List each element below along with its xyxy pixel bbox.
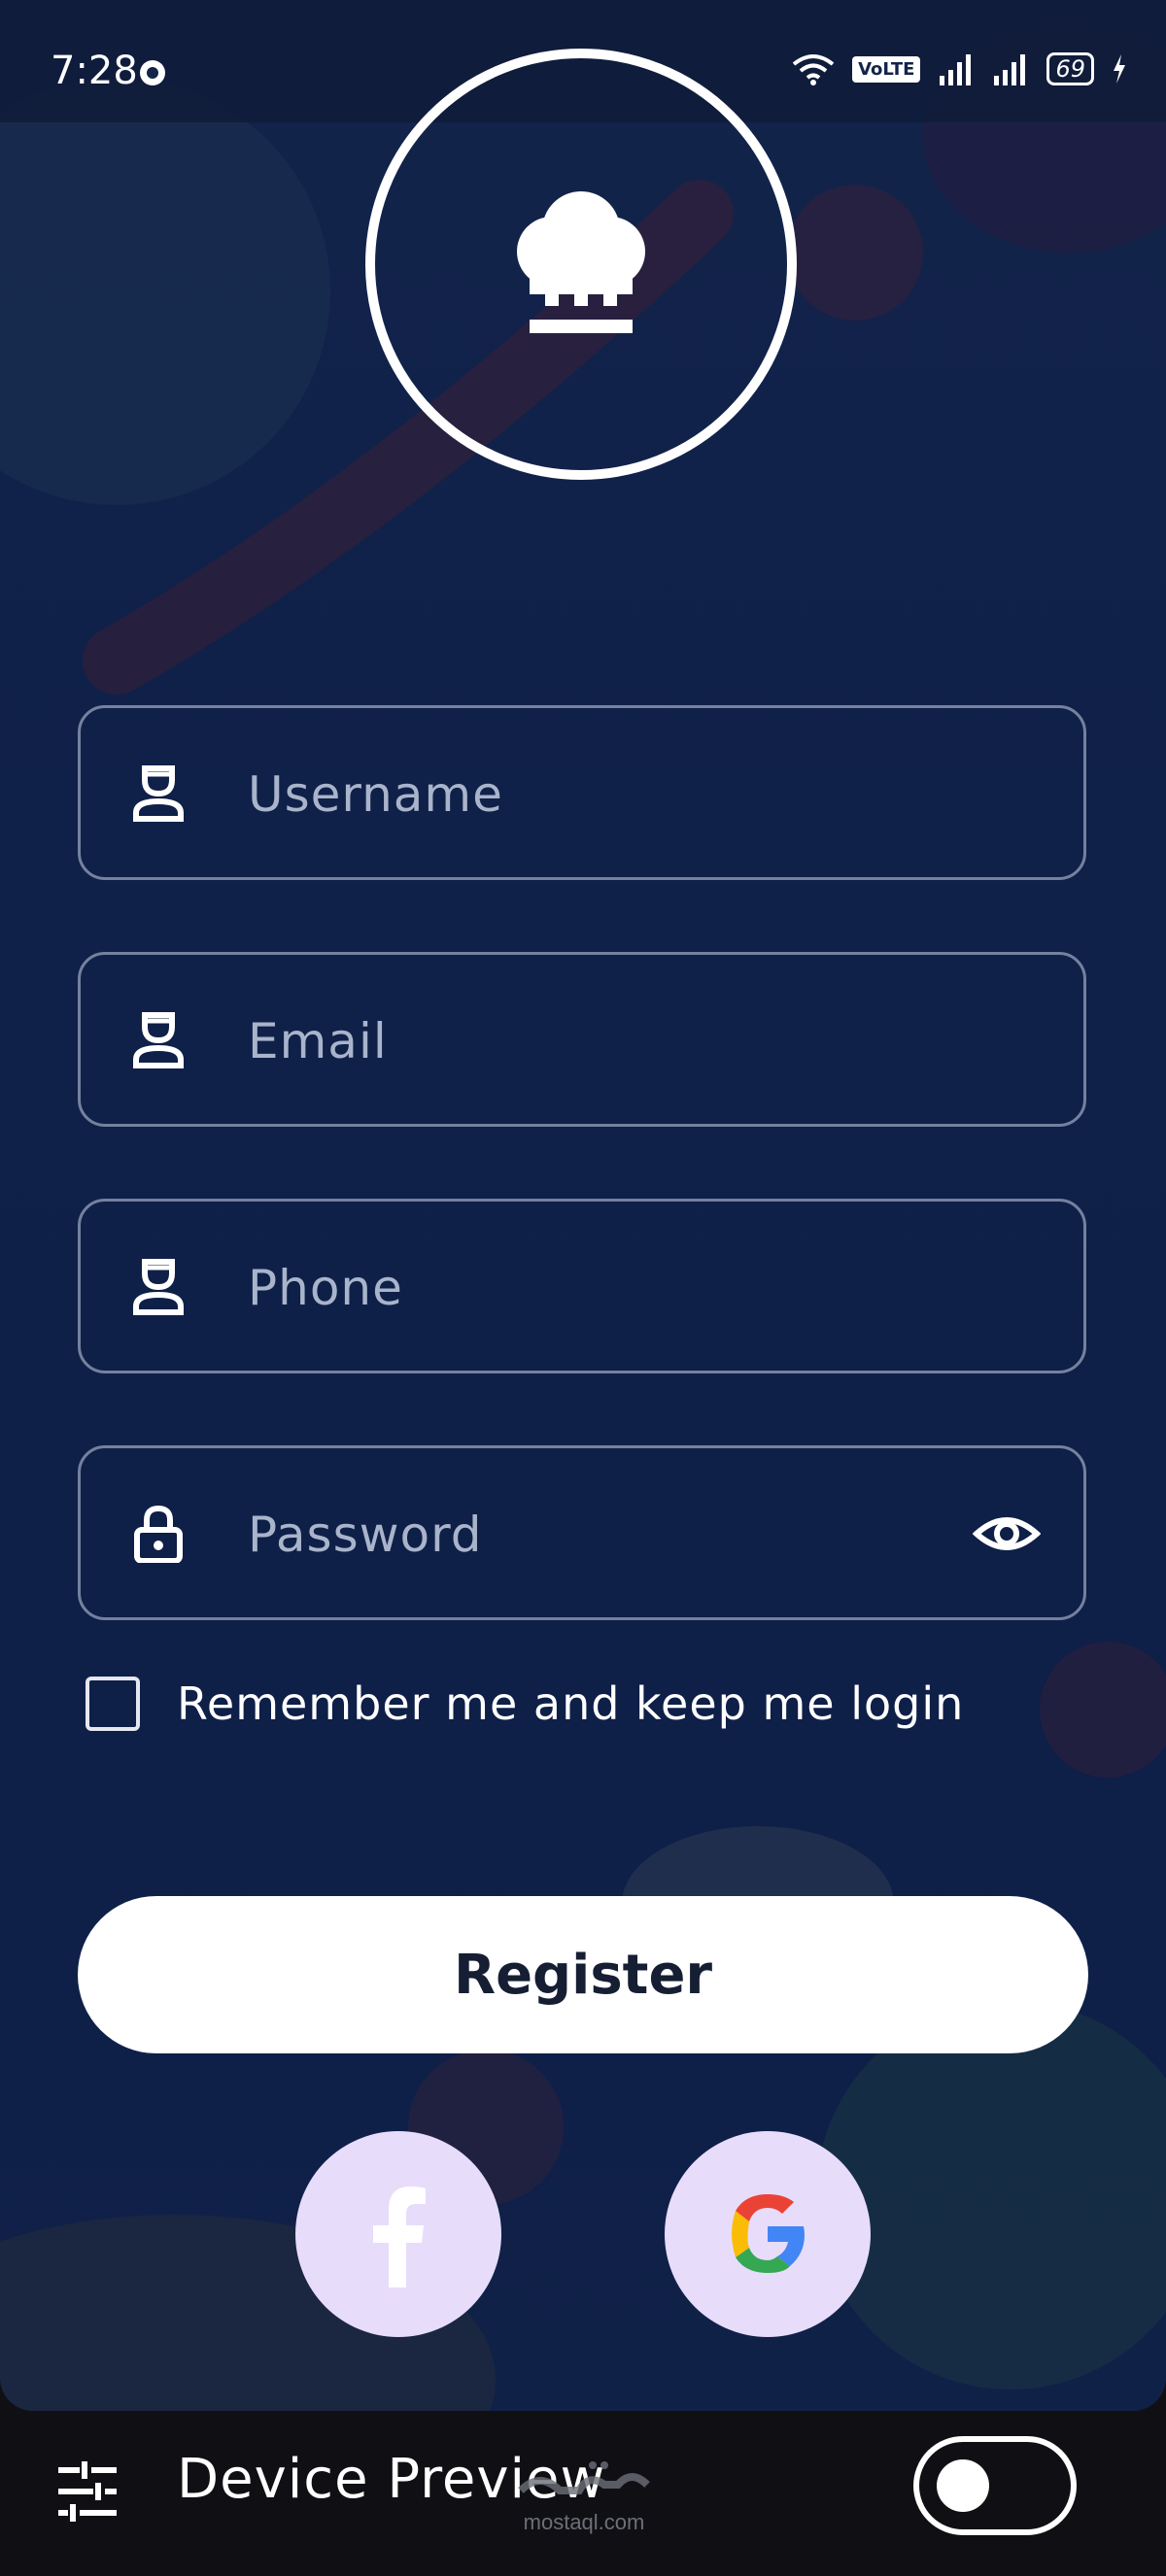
username-field[interactable] — [78, 705, 1086, 880]
watermark-text: mostaql.com — [524, 2510, 645, 2534]
watermark-logo: mostaql.com — [518, 2461, 650, 2534]
volte-badge: VoLTE — [852, 55, 921, 83]
device-preview-toggle[interactable] — [913, 2436, 1077, 2535]
chef-hat-icon — [517, 191, 645, 333]
lock-icon — [134, 1505, 183, 1563]
app-logo — [365, 49, 797, 480]
google-icon — [732, 2194, 805, 2273]
battery-level: 69 — [1046, 52, 1094, 85]
remember-label: Remember me and keep me login — [177, 1678, 965, 1730]
status-time: 7:28 — [51, 49, 138, 93]
toggle-knob — [937, 2459, 989, 2512]
phone-field[interactable] — [78, 1199, 1086, 1373]
charging-icon — [1114, 54, 1125, 84]
facebook-button[interactable] — [295, 2131, 501, 2337]
google-button[interactable] — [665, 2131, 871, 2337]
password-input[interactable] — [246, 1487, 988, 1582]
user-icon — [133, 1012, 184, 1068]
tune-icon[interactable] — [56, 2461, 119, 2522]
user-icon — [133, 1259, 184, 1315]
remember-checkbox[interactable] — [86, 1677, 140, 1731]
status-icons: VoLTE 69 — [792, 52, 1127, 85]
signal-icon-2 — [994, 54, 1026, 85]
signal-icon-1 — [940, 54, 972, 85]
password-field[interactable] — [78, 1445, 1086, 1620]
notification-icon — [140, 60, 165, 85]
phone-input[interactable] — [246, 1240, 988, 1336]
email-input[interactable] — [246, 994, 988, 1089]
mostaql-watermark: mostaql.com — [511, 2452, 657, 2539]
wifi-icon — [792, 54, 835, 85]
email-field[interactable] — [78, 952, 1086, 1127]
facebook-icon — [373, 2186, 426, 2288]
user-icon — [133, 765, 184, 822]
remember-me[interactable]: Remember me and keep me login — [86, 1677, 964, 1731]
eye-icon[interactable] — [973, 1505, 1041, 1563]
username-input[interactable] — [246, 747, 988, 842]
register-button[interactable]: Register — [78, 1896, 1088, 2053]
app-screen: 7:28 VoLTE 69 Username Email Phone Remem… — [0, 0, 1166, 2411]
